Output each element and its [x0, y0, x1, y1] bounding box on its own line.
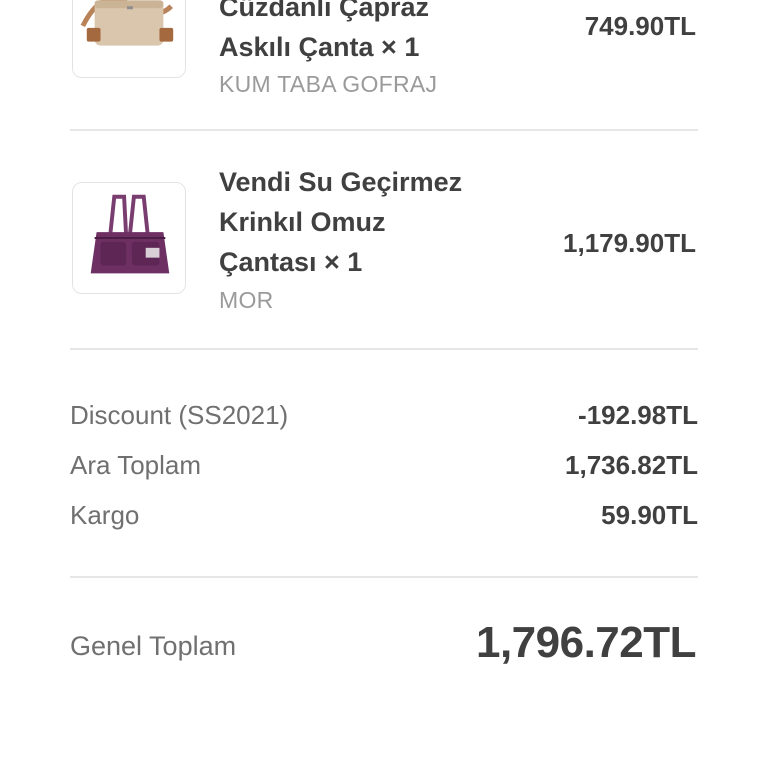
product-title-line: Krinkıl Omuz	[219, 207, 386, 237]
product-variant: MOR	[219, 287, 274, 313]
subtotal-row: Ara Toplam 1,736.82TL	[70, 450, 698, 486]
shipping-label: Kargo	[70, 500, 140, 530]
product-image	[73, 183, 185, 293]
product-price: 1,179.90TL	[563, 228, 696, 258]
product-title[interactable]: Vendi Su Geçirmez Krinkıl Omuz Çantası ×…	[219, 162, 519, 282]
divider	[70, 576, 698, 578]
product-title-line: Askılı Çanta × 1	[219, 32, 420, 62]
shipping-value: 59.90TL	[601, 500, 698, 530]
product-title[interactable]: Cüzdanlı Çapraz Askılı Çanta × 1	[219, 0, 519, 67]
grand-total-label: Genel Toplam	[70, 631, 237, 661]
product-variant: KUM TABA GOFRAJ	[219, 71, 438, 97]
subtotal-value: 1,736.82TL	[565, 450, 698, 480]
discount-value: -192.98TL	[578, 400, 698, 430]
product-thumbnail[interactable]	[72, 182, 186, 294]
discount-row: Discount (SS2021) -192.98TL	[70, 400, 698, 436]
discount-label: Discount (SS2021)	[70, 400, 289, 430]
grand-total-value: 1,796.72TL	[475, 618, 697, 667]
product-title-line: Çantası × 1	[219, 247, 363, 277]
divider	[70, 348, 698, 350]
product-title-line: Vendi Su Geçirmez	[219, 167, 463, 197]
shipping-row: Kargo 59.90TL	[70, 500, 698, 536]
product-image	[73, 0, 185, 77]
product-title-line: Cüzdanlı Çapraz	[219, 0, 430, 22]
product-thumbnail[interactable]	[72, 0, 186, 78]
product-price: 749.90TL	[584, 11, 696, 41]
subtotal-label: Ara Toplam	[70, 450, 202, 480]
divider	[70, 129, 698, 131]
